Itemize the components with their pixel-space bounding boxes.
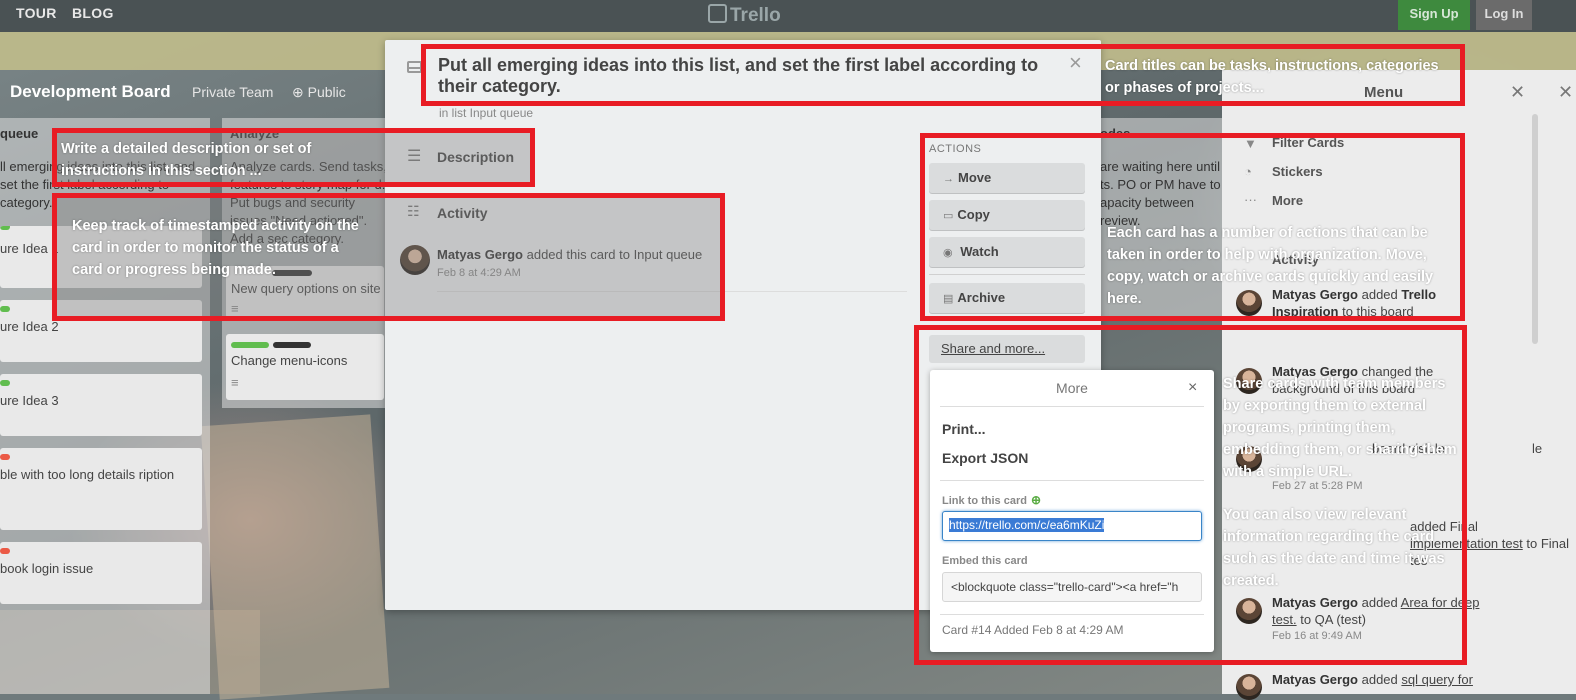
list-card[interactable]: ble with too long details ription (0, 448, 202, 530)
list-card[interactable]: book login issue (0, 542, 202, 604)
card-list-reference[interactable]: in list Input queue (439, 106, 533, 120)
description-indicator-icon: ≡ (231, 375, 239, 390)
menu-scrollbar[interactable] (1532, 114, 1538, 344)
globe-icon: ⊕ (292, 84, 304, 100)
card-label (273, 342, 311, 348)
menu-close-icon[interactable]: ✕ (1510, 82, 1525, 103)
card-title: Change menu-icons (231, 353, 348, 368)
card-title: ble with too long details ription (0, 467, 175, 482)
logo-text: Trello (730, 5, 781, 26)
annotation-title-text: Card titles can be tasks, instructions, … (1105, 58, 1439, 96)
card-label (0, 226, 10, 230)
card-icon (407, 61, 422, 73)
list-card[interactable]: Change menu-icons ≡ (226, 334, 384, 400)
close-icon[interactable]: ✕ (1558, 82, 1573, 103)
card-label (0, 306, 10, 312)
log-in-button[interactable]: Log In (1476, 0, 1532, 30)
annotation-share-text: Share cards with team members by exporti… (1223, 376, 1457, 480)
list-title: queue (0, 126, 39, 141)
menu-activity-item: Matyas Gergo added sql query for (1272, 671, 1492, 688)
activity-user[interactable]: Matyas Gergo (1272, 672, 1358, 687)
board-visibility[interactable]: ⊕ Public (292, 84, 346, 101)
annotation-actions-text: Each card has a number of actions that c… (1107, 225, 1434, 307)
avatar[interactable] (1236, 674, 1262, 700)
list-card[interactable]: ure Idea 3 (0, 374, 202, 436)
card-title: ure Idea 3 (0, 393, 59, 408)
trello-logo-icon (708, 4, 727, 23)
board-title[interactable]: Development Board (10, 82, 171, 102)
nav-blog-link[interactable]: BLOG (72, 5, 114, 21)
trello-logo[interactable]: Trello (708, 4, 781, 27)
activity-action: added (1361, 672, 1398, 687)
card-title: ure Idea 2 (0, 319, 59, 334)
card-label (231, 342, 269, 348)
annotation-share-info-text: You can also view relevant information r… (1223, 507, 1445, 589)
visibility-label: Public (307, 84, 346, 100)
activity-target[interactable]: sql query for (1401, 672, 1473, 687)
annotation-description-text: Write a detailed description or set of i… (61, 141, 312, 179)
card-label (0, 454, 10, 460)
board-team[interactable]: Private Team (192, 84, 273, 100)
card-label (0, 548, 10, 554)
card-title: book login issue (0, 561, 94, 576)
card-label (0, 380, 10, 386)
annotation-activity-text: Keep track of timestamped activity on th… (72, 218, 359, 278)
nav-tour-link[interactable]: TOUR (16, 5, 57, 21)
card-title: ure Idea 1 (0, 241, 59, 256)
sign-up-button[interactable]: Sign Up (1398, 0, 1470, 30)
top-nav-bar: TOUR BLOG Trello (0, 0, 1576, 32)
activity-rest: le (1532, 441, 1543, 456)
